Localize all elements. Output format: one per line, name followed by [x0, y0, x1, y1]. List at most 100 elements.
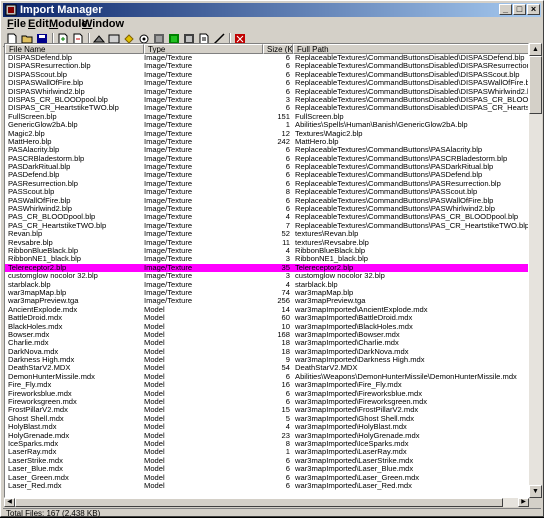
column-header-type[interactable]: Type [144, 44, 263, 54]
cell-full-path: war3mapImported\Darkness High.mdx [295, 356, 425, 365]
table-row[interactable]: Telereceptor2.blp Image/Texture 35 Telerece… [5, 263, 528, 273]
cell-file-name: Charlie.mdx [8, 339, 49, 348]
table-row[interactable]: customglow nocolor 32.blp Image/Texture 3 c… [5, 272, 528, 280]
table-row[interactable]: Revsabre.blp Image/Texture 11 textures\Revs… [5, 239, 528, 247]
table-row[interactable]: PASWhirlwind2.blp Image/Texture 6 Replaceab… [5, 205, 528, 214]
table-row[interactable]: DarkNova.mdx Model 18 war3mapImported\DarkN… [5, 348, 528, 356]
table-row[interactable]: Magic2.blp Image/Texture 12 Textures\Magic2… [5, 129, 528, 138]
cell-file-name: Bowser.mdx [8, 330, 50, 339]
table-row[interactable]: RibbonNE1_black.blp Image/Texture 3 RibbonN… [5, 255, 528, 264]
cell-full-path: war3mapImported\HolyGrenade.mdx [295, 431, 420, 440]
column-header-full-path[interactable]: Full Path [293, 44, 528, 54]
scroll-down-button[interactable]: ▼ [529, 485, 542, 498]
table-row[interactable]: Charlie.mdx Model 18 war3mapImported\Charli… [5, 339, 528, 348]
cell-file-name: Laser_Blue.mdx [8, 465, 63, 474]
file-list[interactable]: File Name Type Size (KB) Full Path DISPA… [4, 43, 529, 498]
cell-file-name: AncientExplode.mdx [8, 305, 78, 314]
cell-size: 12 [281, 129, 290, 138]
table-row[interactable]: DISPAS_CR_HeartstikeTWO.blp Image/Texture… [5, 104, 528, 113]
table-row[interactable]: Fire_Fly.mdx Model 16 war3mapImported\Fire_… [5, 381, 528, 390]
table-row[interactable]: MattHero.blp Image/Texture 242 MattHero.blp [5, 137, 528, 146]
cell-file-name: Revan.blp [8, 230, 43, 239]
vertical-scroll-thumb[interactable] [529, 56, 542, 114]
table-row[interactable]: RibbonBlueBlack.blp Image/Texture 4 RibbonB… [5, 247, 528, 255]
horizontal-scrollbar[interactable]: ◀ ▶ [4, 498, 529, 507]
table-row[interactable]: PASDarkRitual.blp Image/Texture 6 Replaceab… [5, 163, 528, 172]
table-row[interactable]: DISPASScout.blp Image/Texture 6 Replaceable… [5, 71, 528, 79]
table-row[interactable]: DISPASResurrection.blp Image/Texture 6 Repl… [5, 62, 528, 70]
table-row[interactable]: PASDefend.blp Image/Texture 6 ReplaceableTe… [5, 171, 528, 180]
table-row[interactable]: GenericGlow2bA.blp Image/Texture 1 Abilitie… [5, 121, 528, 129]
table-row[interactable]: Laser_Blue.mdx Model 6 war3mapImported\Lase… [5, 465, 528, 474]
table-row[interactable]: PASCRBladestorm.blp Image/Texture 6 Replace… [5, 154, 528, 163]
horizontal-scroll-thumb[interactable] [15, 498, 503, 507]
table-row[interactable]: HolyGrenade.mdx Model 23 war3mapImported\Ho… [5, 431, 528, 440]
scroll-right-button[interactable]: ▶ [518, 498, 529, 507]
cell-file-name: PASDarkRitual.blp [8, 163, 71, 172]
cell-size: 242 [277, 137, 290, 146]
table-row[interactable]: Revan.blp Image/Texture 52 textures\Revan.b… [5, 230, 528, 239]
table-row[interactable]: PASAlacrity.blp Image/Texture 6 Replaceable… [5, 146, 528, 154]
cell-full-path: war3mapImported\BlackHoles.mdx [295, 322, 413, 331]
cell-full-path: ReplaceableTextures\CommandButtons\PASWh… [295, 205, 495, 214]
scroll-up-button[interactable]: ▲ [529, 43, 542, 56]
menu-file[interactable]: File [7, 18, 26, 31]
cell-full-path: war3mapImported\FrostPillarV2.mdx [295, 406, 419, 415]
table-row[interactable]: LaserStrike.mdx Model 6 war3mapImported\Las… [5, 457, 528, 465]
table-row[interactable]: Laser_Green.mdx Model 6 war3mapImported\Las… [5, 473, 528, 482]
menu-window[interactable]: Window [82, 18, 124, 31]
table-row[interactable]: Fireworksgreen.mdx Model 6 war3mapImported\… [5, 398, 528, 406]
column-header-file-name[interactable]: File Name [5, 44, 144, 54]
cell-full-path: RibbonNE1_black.blp [295, 255, 369, 264]
cell-size: 16 [281, 381, 290, 390]
table-row[interactable]: DemonHunterMissile.mdx Model 6 Abilities\We… [5, 373, 528, 381]
table-row[interactable]: FrostPillarV2.mdx Model 15 war3mapImported\… [5, 406, 528, 415]
cell-file-name: PASCRBladestorm.blp [8, 154, 85, 163]
table-row[interactable]: DeathStarV2.MDX Model 54 DeathStarV2.MDX [5, 364, 528, 373]
table-row[interactable]: PAS_CR_HeartstikeTWO.blp Image/Texture 7 Re… [5, 222, 528, 230]
table-row[interactable]: starblack.blp Image/Texture 4 starblack.blp [5, 281, 528, 289]
table-row[interactable]: PASResurrection.blp Image/Texture 6 Replace… [5, 180, 528, 188]
cell-full-path: ReplaceableTextures\CommandButtons\PASDa… [295, 163, 494, 172]
table-row[interactable]: Fireworksblue.mdx Model 6 war3mapImported\F… [5, 390, 528, 398]
table-row[interactable]: DISPASDefend.blp Image/Texture 6 Replaceabl… [5, 54, 528, 62]
vertical-scrollbar[interactable]: ▲ ▼ [529, 43, 542, 498]
cell-file-name: DeathStarV2.MDX [8, 364, 71, 373]
maximize-button[interactable]: □ [513, 4, 526, 15]
table-row[interactable]: DISPASWhirlwind2.blp Image/Texture 6 Replac… [5, 88, 528, 96]
table-row[interactable]: Bowser.mdx Model 168 war3mapImported\Bowser… [5, 330, 528, 339]
table-row[interactable]: LaserRay.mdx Model 1 war3mapImported\LaserR… [5, 448, 528, 456]
table-row[interactable]: war3mapMap.blp Image/Texture 74 war3mapMap.… [5, 289, 528, 297]
minimize-button[interactable]: _ [499, 4, 512, 15]
window-title: Import Manager [20, 4, 103, 16]
cell-full-path: war3mapImported\Bowser.mdx [295, 330, 400, 339]
table-row[interactable]: war3mapPreview.tga Image/Texture 256 war3ma… [5, 297, 528, 305]
table-row[interactable]: Laser_Red.mdx Model 6 war3mapImported\Laser… [5, 482, 528, 490]
table-row[interactable]: HolyBlast.mdx Model 4 war3mapImported\HolyB… [5, 423, 528, 431]
cell-full-path: Textures\Magic2.blp [295, 129, 363, 138]
cell-file-name: PASWhirlwind2.blp [8, 205, 73, 214]
table-row[interactable]: FullScreen.blp Image/Texture 151 FullScreen… [5, 112, 528, 121]
table-row[interactable]: AncientExplode.mdx Model 14 war3mapImported… [5, 305, 528, 314]
table-row[interactable]: Ghost Shell.mdx Model 5 war3mapImported\Gho… [5, 415, 528, 423]
table-row[interactable]: DISPAS_CR_BLOODpool.blp Image/Texture 3 Rep… [5, 96, 528, 104]
column-header-size[interactable]: Size (KB) [263, 44, 293, 54]
table-row[interactable]: DISPASWallOfFire.blp Image/Texture 6 Replac… [5, 79, 528, 87]
cell-size: 6 [285, 473, 290, 482]
cell-size: 52 [281, 230, 290, 239]
cell-file-name: Fire_Fly.mdx [8, 381, 52, 390]
title-bar[interactable]: Import Manager _ □ × [3, 3, 541, 17]
table-row[interactable]: BattleDroid.mdx Model 60 war3mapImported\Ba… [5, 314, 528, 322]
table-row[interactable]: PASScout.blp Image/Texture 8 ReplaceableTex… [5, 188, 528, 196]
table-row[interactable]: PASWallOfFire.blp Image/Texture 6 Replaceab… [5, 197, 528, 205]
cell-size: 151 [277, 112, 290, 121]
scroll-left-button[interactable]: ◀ [4, 498, 15, 507]
cell-full-path: ReplaceableTextures\CommandButtonsDisabl… [295, 104, 528, 113]
table-row[interactable]: Darkness High.mdx Model 9 war3mapImported\D… [5, 356, 528, 365]
menu-edit[interactable]: Edit [28, 18, 49, 31]
close-button[interactable]: × [527, 4, 540, 15]
table-row[interactable]: PAS_CR_BLOODpool.blp Image/Texture 4 Replac… [5, 213, 528, 221]
table-row[interactable]: IceSparks.mdx Model 8 war3mapImported\IceSp… [5, 440, 528, 448]
cell-full-path: ReplaceableTextures\CommandButtons\PASDe… [295, 171, 483, 180]
table-row[interactable]: BlackHoles.mdx Model 10 war3mapImported\Bla… [5, 322, 528, 331]
